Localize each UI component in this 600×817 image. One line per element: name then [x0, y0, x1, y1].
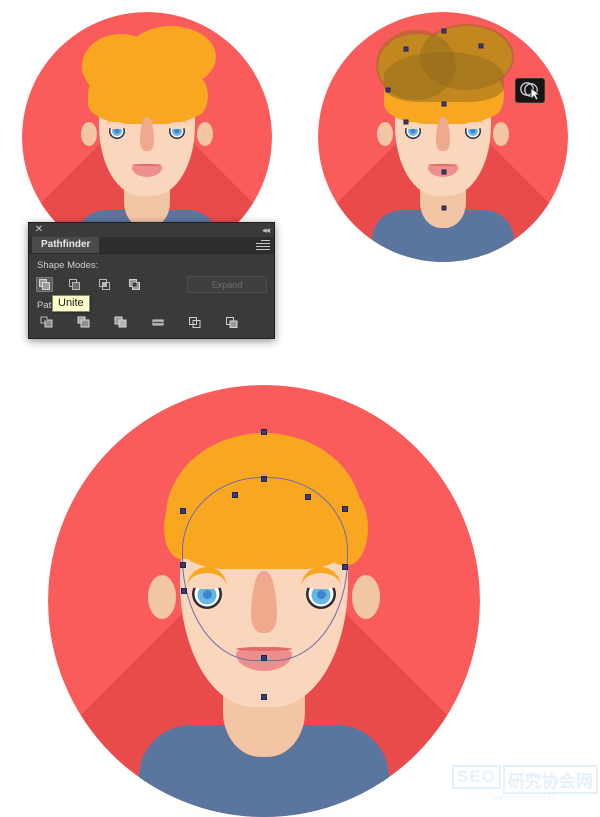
crop-glyph	[152, 319, 164, 326]
unite-glyph	[39, 279, 50, 290]
tab-pathfinder[interactable]: Pathfinder	[32, 237, 100, 253]
hair-shape-sideburn-left	[88, 78, 110, 112]
minus-back-glyph	[226, 317, 238, 328]
anchor-point	[478, 43, 484, 49]
avatar-mouth-line	[132, 164, 162, 166]
panel-menu-icon[interactable]	[256, 240, 270, 250]
watermark-brand-latin: SEO	[452, 765, 501, 789]
eyelid-left	[192, 576, 222, 589]
trim-glyph	[77, 316, 90, 328]
eyelid-right	[169, 122, 185, 130]
minus-front-icon[interactable]	[66, 277, 83, 292]
exclude-icon[interactable]	[126, 277, 143, 292]
anchor-point	[232, 492, 238, 498]
avatar-mouth-line	[236, 647, 292, 651]
avatar-ear-left	[81, 122, 97, 146]
intersect-glyph	[99, 279, 110, 290]
pupil-left	[114, 128, 120, 134]
anchor-point	[342, 506, 348, 512]
avatar-mouth-line	[428, 164, 458, 166]
pathfinder-unite-cursor-icon	[515, 78, 545, 103]
shape-modes-label: Shape Modes:	[37, 260, 99, 271]
pathfinders-row	[36, 315, 267, 330]
pupil-left	[202, 590, 212, 600]
anchor-point	[441, 101, 447, 107]
anchor-point	[403, 46, 409, 52]
avatar-ear-left	[148, 575, 176, 619]
panel-tabrow: Pathfinder	[29, 237, 274, 254]
divide-icon[interactable]	[39, 315, 56, 330]
anchor-point	[403, 119, 409, 125]
hair-selection-overlay-3	[384, 52, 504, 102]
avatar-eye-right	[306, 576, 336, 609]
anchor-point	[261, 429, 267, 435]
anchor-point	[441, 169, 447, 175]
avatar-selected	[318, 12, 568, 262]
anchor-point	[261, 476, 267, 482]
eyelid-right	[306, 576, 336, 589]
panel-titlebar[interactable]: ✕ ◂◂	[29, 223, 274, 237]
anchor-point	[385, 87, 391, 93]
watermark-url: www.seoxiehui.cn	[493, 795, 557, 802]
outline-icon[interactable]	[187, 315, 204, 330]
avatar-ear-right	[197, 122, 213, 146]
shape-modes-row: Expand	[36, 276, 267, 293]
anchor-point	[441, 28, 447, 34]
anchor-point	[342, 564, 348, 570]
collapse-double-arrow-icon[interactable]: ◂◂	[262, 225, 270, 235]
pathfinder-panel[interactable]: ✕ ◂◂ Pathfinder Shape Modes: Expand Unit…	[28, 222, 275, 339]
anchor-point	[261, 694, 267, 700]
anchor-point	[305, 494, 311, 500]
eyelid-left	[109, 122, 125, 130]
anchor-point	[180, 562, 186, 568]
avatar-ear-left	[377, 122, 393, 146]
divide-glyph	[40, 316, 53, 328]
pupil-left	[410, 128, 416, 134]
anchor-point	[181, 588, 187, 594]
watermark: SEO 研究协会网 www.seoxiehui.cn	[452, 765, 598, 802]
close-icon[interactable]: ✕	[34, 225, 44, 235]
unite-cursor-glyph	[520, 82, 541, 100]
trim-icon[interactable]	[76, 315, 93, 330]
hair-shape-sideburn-right	[184, 76, 208, 116]
avatar-result	[48, 385, 480, 817]
avatar-eye-right	[465, 122, 481, 139]
unite-icon[interactable]	[36, 277, 53, 292]
pupil-right	[316, 590, 326, 600]
merge-icon[interactable]	[113, 315, 130, 330]
anchor-point	[261, 655, 267, 661]
pupil-right	[470, 128, 476, 134]
minus-front-glyph	[69, 279, 80, 290]
avatar-ear-right	[352, 575, 380, 619]
hair-sideburn-left	[164, 497, 198, 559]
avatar-eye-left	[109, 122, 125, 139]
eyelid-right	[465, 122, 481, 130]
expand-button[interactable]: Expand	[187, 276, 267, 293]
unite-tooltip: Unite	[52, 295, 90, 312]
hair-sideburn-right	[328, 491, 368, 565]
outline-glyph	[189, 317, 201, 328]
avatar-eye-left	[405, 122, 421, 139]
crop-icon[interactable]	[150, 315, 167, 330]
avatar-clip	[318, 12, 568, 262]
hair-fringe-notch	[234, 513, 300, 547]
avatar-ear-right	[493, 122, 509, 146]
tutorial-canvas: ✕ ◂◂ Pathfinder Shape Modes: Expand Unit…	[0, 0, 600, 817]
avatar-eye-right	[169, 122, 185, 139]
exclude-glyph	[129, 279, 140, 290]
avatar-clip	[48, 385, 480, 817]
merge-glyph	[114, 316, 127, 328]
avatar-eye-left	[192, 576, 222, 609]
watermark-brand-cjk: 研究协会网	[502, 765, 598, 794]
minus-back-icon[interactable]	[224, 315, 241, 330]
anchor-point	[180, 508, 186, 514]
anchor-point	[441, 205, 447, 211]
pupil-right	[174, 128, 180, 134]
intersect-icon[interactable]	[96, 277, 113, 292]
